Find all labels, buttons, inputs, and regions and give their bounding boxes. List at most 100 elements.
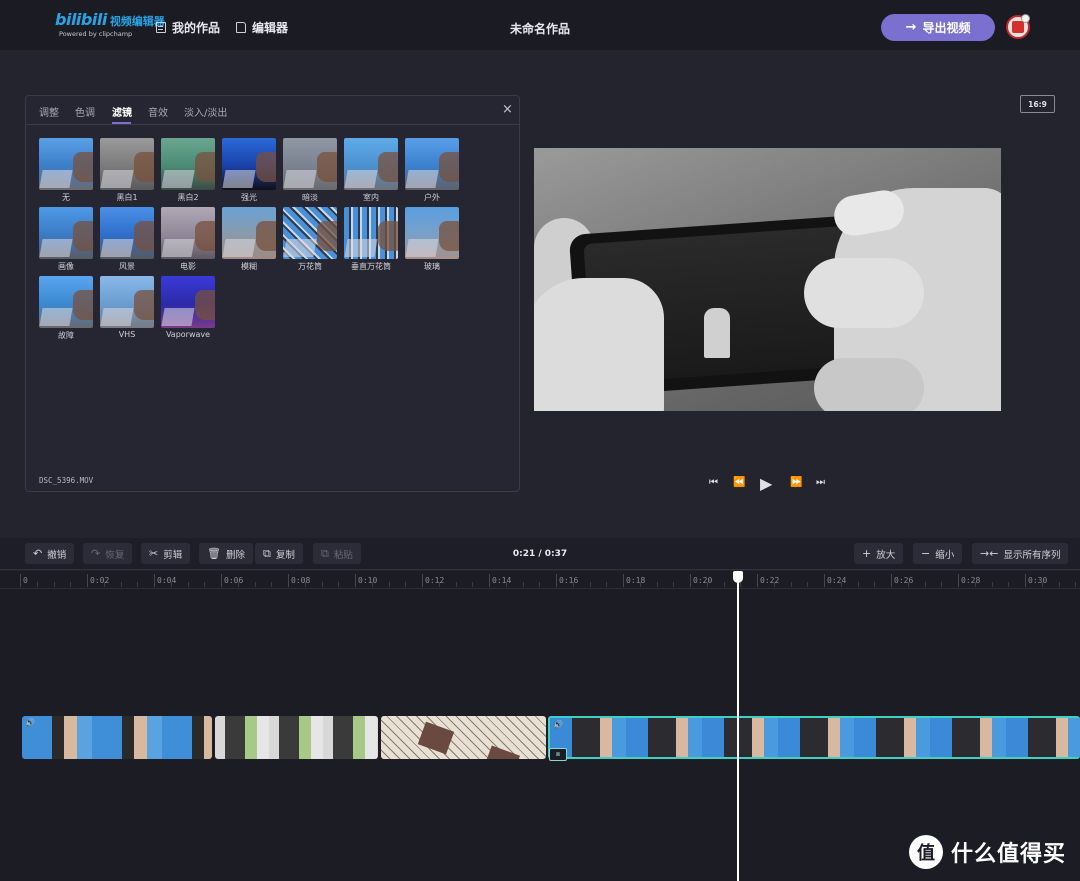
ruler-minor-tick [656, 582, 658, 587]
filter-label: 垂直万花筒 [351, 262, 391, 271]
copy-button[interactable]: ⧉ 复制 [255, 543, 303, 564]
filter-landscape[interactable]: 风景 [100, 207, 154, 272]
ruler-minor-tick [338, 582, 340, 587]
skip-to-end-icon[interactable]: ⏭ [816, 477, 825, 488]
effects-panel: 调整 色调 滤镜 音效 淡入/淡出 × 无 黑白1 黑白2 强光 暗淡 室内 户… [25, 95, 520, 492]
watermark-text: 什么值得买 [951, 842, 1067, 867]
ruler-minor-tick [706, 582, 708, 587]
time-ruler[interactable]: 0 0:02 0:04 0:06 0:08 0:10 0:12 0:14 0:16 0:18 0:2… [0, 571, 1080, 589]
tab-fade[interactable]: 淡入/淡出 [184, 104, 227, 119]
ruler-minor-tick [991, 582, 993, 587]
ruler-tick [1025, 574, 1026, 587]
filter-thumbnail [222, 138, 276, 190]
filter-none[interactable]: 无 [39, 138, 93, 203]
filter-blur[interactable]: 模糊 [222, 207, 276, 272]
ruler-tick-label: 0:28 [961, 576, 981, 585]
filter-indoor[interactable]: 室内 [344, 138, 398, 203]
ruler-minor-tick [522, 582, 524, 587]
timeline-clip-2[interactable] [215, 716, 378, 759]
tab-tone[interactable]: 色调 [75, 104, 95, 119]
filter-vertical-kaleidoscope[interactable]: 垂直万花筒 [344, 207, 398, 272]
filter-thumbnail [161, 207, 215, 259]
filter-portrait[interactable]: 画像 [39, 207, 93, 272]
filter-thumbnail [344, 207, 398, 259]
ruler-minor-tick [120, 582, 122, 587]
filter-thumbnail [222, 207, 276, 259]
undo-label: 撤销 [47, 549, 67, 561]
filter-label: 玻璃 [424, 262, 440, 271]
tab-audio[interactable]: 音效 [148, 104, 168, 119]
show-all-button[interactable]: →← 显示所有序列 [972, 543, 1069, 564]
zoom-out-button[interactable]: − 缩小 [913, 543, 963, 564]
copy-label: 复制 [275, 549, 295, 561]
top-bar: bilibili 视频编辑器 Powered by clipchamp 我的作品… [0, 0, 1080, 50]
ruler-tick [355, 574, 356, 587]
timeline-clip-3[interactable] [381, 716, 546, 759]
ruler-minor-tick [170, 582, 172, 587]
filter-thumbnail [100, 207, 154, 259]
skip-to-start-icon[interactable]: ⏮ [709, 477, 718, 488]
nav-editor[interactable]: 编辑器 [236, 19, 288, 36]
ruler-minor-tick [723, 582, 725, 587]
ruler-tick-label: 0:16 [559, 576, 579, 585]
rewind-icon[interactable]: ⏪ [733, 477, 745, 488]
ruler-minor-tick [1008, 582, 1010, 587]
aspect-ratio-button[interactable]: 16:9 [1020, 95, 1055, 113]
filter-outdoor[interactable]: 户外 [405, 138, 459, 203]
timeline-clip-4-selected[interactable]: 🔊 [548, 716, 1080, 759]
ruler-minor-tick [237, 582, 239, 587]
filter-movie[interactable]: 电影 [161, 207, 215, 272]
tab-filters[interactable]: 滤镜 [112, 104, 132, 119]
panel-tabs: 调整 色调 滤镜 音效 淡入/淡出 × [26, 96, 519, 125]
redo-icon: ↷ [91, 547, 101, 560]
filter-glass[interactable]: 玻璃 [405, 207, 459, 272]
volume-icon[interactable]: 🔊 [25, 718, 35, 727]
video-preview[interactable] [534, 148, 1001, 411]
filter-vhs[interactable]: VHS [100, 276, 154, 339]
delete-button[interactable]: 🗑 删除 [199, 543, 253, 564]
ruler-minor-tick [271, 582, 273, 587]
nav-my-works[interactable]: 我的作品 [156, 19, 220, 36]
play-icon[interactable]: ▶ [760, 474, 772, 493]
ruler-tick-label: 0:20 [693, 576, 713, 585]
ruler-minor-tick [874, 582, 876, 587]
playhead[interactable] [737, 571, 739, 881]
document-icon [236, 22, 246, 33]
filter-vaporwave[interactable]: Vaporwave [161, 276, 215, 339]
logo-subtitle: Powered by clipchamp [59, 30, 133, 38]
playhead-handle[interactable] [733, 571, 743, 583]
export-video-button[interactable]: → 导出视频 [881, 14, 995, 41]
filter-dim[interactable]: 暗淡 [283, 138, 337, 203]
ruler-minor-tick [472, 582, 474, 587]
ruler-minor-tick [840, 582, 842, 587]
filter-thumbnail [405, 138, 459, 190]
filter-strong-light[interactable]: 强光 [222, 138, 276, 203]
ruler-tick-label: 0:02 [90, 576, 110, 585]
close-icon[interactable]: × [502, 102, 513, 117]
ruler-minor-tick [1075, 582, 1077, 587]
nav-editor-label: 编辑器 [252, 21, 289, 35]
zoom-in-button[interactable]: + 放大 [854, 543, 904, 564]
app-logo[interactable]: bilibili 视频编辑器 Powered by clipchamp [55, 10, 165, 38]
undo-button[interactable]: ↶ 撤销 [25, 543, 75, 564]
fast-forward-icon[interactable]: ⏩ [790, 477, 802, 488]
paste-button[interactable]: ⧉ 粘贴 [313, 543, 361, 564]
redo-button[interactable]: ↷ 恢复 [83, 543, 133, 564]
filter-kaleidoscope[interactable]: 万花筒 [283, 207, 337, 272]
ruler-tick [221, 574, 222, 587]
film-icon [156, 22, 166, 33]
filter-label: 故障 [58, 331, 74, 340]
filter-bw2[interactable]: 黑白2 [161, 138, 215, 203]
timeline-clip-1[interactable]: 🔊 [22, 716, 212, 759]
cut-button[interactable]: ✂ 剪辑 [141, 543, 191, 564]
volume-icon[interactable]: 🔊 [553, 720, 563, 729]
ruler-tick-label: 0:24 [827, 576, 847, 585]
filter-glitch[interactable]: 故障 [39, 276, 93, 341]
arrow-right-icon: → [905, 20, 917, 35]
transition-icon[interactable]: ⧈ [549, 748, 567, 761]
timeline-toolbar: ↶ 撤销 ↷ 恢复 ✂ 剪辑 🗑 删除 ⧉ 复制 ⧉ 粘贴 + 放大 − 缩小 … [0, 538, 1080, 570]
filter-bw1[interactable]: 黑白1 [100, 138, 154, 203]
copy-icon: ⧉ [263, 546, 271, 560]
filter-label: 电影 [180, 262, 196, 271]
tab-adjust[interactable]: 调整 [39, 104, 59, 119]
